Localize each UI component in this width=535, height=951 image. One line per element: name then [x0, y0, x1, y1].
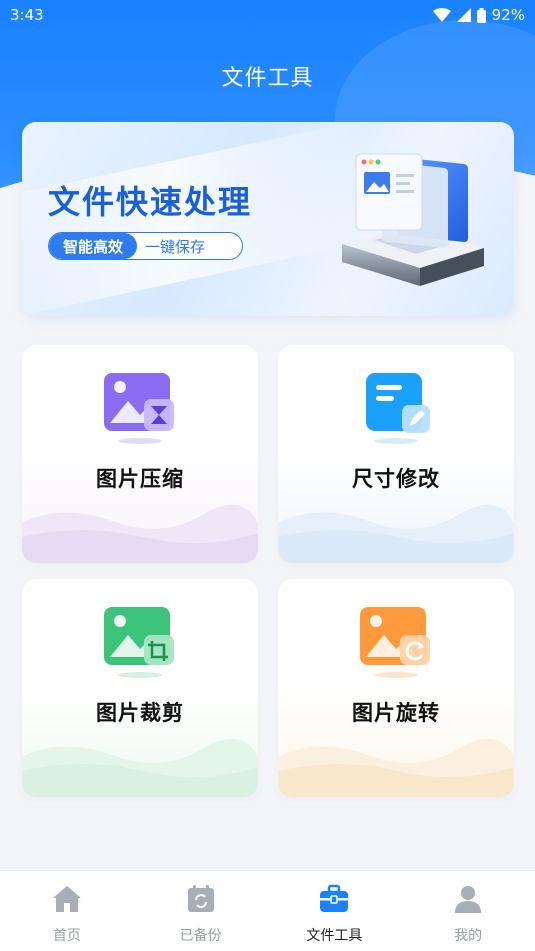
promo-banner[interactable]: 文件快速处理 智能高效 一键保存	[22, 122, 514, 316]
nav-item-file-tools[interactable]: 文件工具	[268, 871, 401, 951]
bottom-navigation: 首页 已备份 文件工具 我的	[0, 870, 535, 951]
battery-icon	[476, 7, 486, 23]
file-processing-illustration	[342, 153, 484, 286]
image-compress-icon	[104, 373, 174, 444]
pill-left-label: 智能高效	[49, 233, 138, 259]
home-icon	[52, 886, 81, 912]
tool-card-image-rotate[interactable]: 图片旋转	[278, 579, 514, 797]
tool-card-image-compress[interactable]: 图片压缩	[22, 345, 258, 563]
tool-label: 尺寸修改	[352, 467, 440, 491]
wifi-icon	[432, 8, 451, 22]
tool-label: 图片压缩	[96, 467, 184, 491]
tool-card-image-crop[interactable]: 图片裁剪	[22, 579, 258, 797]
tool-label: 图片裁剪	[96, 701, 184, 725]
card-wave-decoration	[278, 504, 514, 563]
battery-percent: 92%	[491, 6, 525, 24]
pill-right-label: 一键保存	[145, 237, 206, 256]
tool-label: 图片旋转	[352, 701, 440, 725]
signal-icon	[456, 8, 471, 22]
nav-label: 我的	[454, 928, 483, 944]
nav-item-backup[interactable]: 已备份	[134, 871, 267, 951]
card-wave-decoration	[22, 738, 258, 797]
image-rotate-icon	[360, 607, 430, 678]
banner-title: 文件快速处理	[48, 183, 253, 221]
nav-label: 文件工具	[306, 928, 363, 944]
card-wave-decoration	[278, 738, 514, 797]
nav-item-home[interactable]: 首页	[0, 871, 133, 951]
nav-item-mine[interactable]: 我的	[402, 871, 535, 951]
nav-label: 已备份	[179, 928, 222, 944]
banner-pill: 智能高效 一键保存	[48, 232, 243, 260]
tool-card-resize[interactable]: 尺寸修改	[278, 345, 514, 563]
user-icon	[455, 886, 482, 913]
status-time: 3:43	[10, 6, 44, 24]
toolbox-icon	[320, 884, 349, 912]
page-title: 文件工具	[221, 66, 314, 91]
image-crop-icon	[104, 607, 174, 678]
status-bar: 3:43 92%	[0, 0, 535, 30]
nav-label: 首页	[52, 928, 81, 944]
card-wave-decoration	[22, 504, 258, 563]
resize-document-icon	[366, 373, 430, 444]
backup-icon	[187, 885, 214, 912]
